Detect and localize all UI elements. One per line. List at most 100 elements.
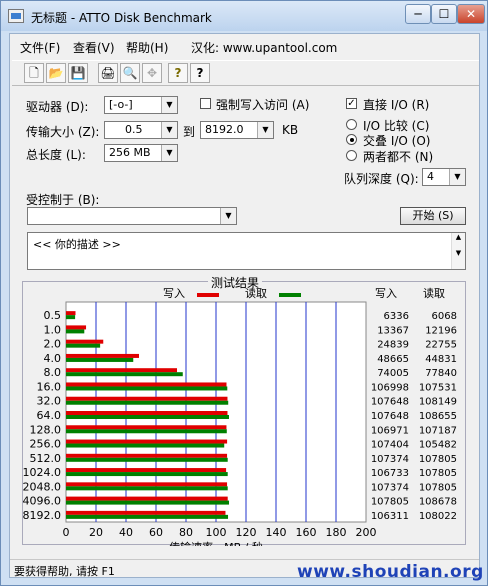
kb-label: KB [282,123,299,137]
to-label: 到 [183,125,196,139]
legend-write-swatch [197,293,219,297]
write-value: 107404 [371,440,409,451]
write-value: 6336 [384,311,409,322]
minimize-button[interactable]: ─ [405,4,431,24]
category-label: 2.0 [44,338,62,351]
controlled-by-select[interactable]: ▼ [27,207,237,225]
direct-io-checkbox[interactable]: ✓ [346,98,357,109]
write-value: 107805 [371,497,409,508]
menu-localize[interactable]: 汉化: www.upantool.com [191,39,337,56]
write-bar [66,496,228,501]
read-bar [66,500,230,505]
read-value: 108149 [419,397,457,408]
column-header-read: 读取 [423,286,445,300]
transfer-to-select[interactable]: 8192.0 ▼ [200,121,274,139]
read-bar [66,457,228,462]
overlapped-io-label: 交叠 I/O (O) [363,134,431,148]
read-value: 12196 [425,325,457,336]
menu-help[interactable]: 帮助(H) [126,39,168,56]
read-bar [66,357,134,362]
write-bar [66,353,139,358]
read-value: 77840 [425,368,457,379]
legend-read-label: 读取 [245,286,267,300]
title-bar[interactable]: 无标题 - ATTO Disk Benchmark ─ ☐ ✕ [1,1,487,31]
write-bar [66,411,228,415]
total-length-value: 256 MB [109,146,151,159]
description-scrollbar[interactable]: ▲ ▼ [451,233,465,269]
controlled-by-label: 受控制于 (B): [26,193,100,207]
write-value: 24839 [377,340,409,351]
open-folder-icon[interactable]: 📂 [46,63,66,83]
read-bar [66,443,225,448]
total-length-select[interactable]: 256 MB ▼ [104,144,178,162]
menu-view[interactable]: 查看(V) [73,39,115,56]
x-tick-label: 200 [356,526,377,539]
x-tick-label: 180 [326,526,347,539]
io-compare-radio[interactable] [346,119,357,130]
read-bar [66,514,229,519]
chevron-down-icon: ▼ [161,122,177,138]
read-value: 44831 [425,354,457,365]
category-label: 512.0 [30,452,62,465]
category-label: 8.0 [44,366,62,379]
read-value: 108655 [419,411,457,422]
queue-depth-select[interactable]: 4 ▼ [422,168,466,186]
category-label: 128.0 [30,423,62,436]
description-field[interactable]: << 你的描述 >> ▲ ▼ [27,232,466,270]
write-value: 107374 [371,454,409,465]
write-bar [66,311,76,316]
read-bar [66,343,101,348]
category-label: 2048.0 [23,480,61,493]
close-button[interactable]: ✕ [457,4,485,24]
neither-radio[interactable] [346,150,357,161]
drive-select[interactable]: [-o-] ▼ [104,96,178,114]
print-preview-icon[interactable]: 🔍 [120,63,140,83]
write-bar [66,425,227,430]
neither-label: 两者都不 (N) [363,150,434,164]
write-bar [66,482,228,487]
category-label: 256.0 [30,438,62,451]
transfer-size-label: 传输大小 (Z): [26,125,100,139]
maximize-button[interactable]: ☐ [431,4,457,24]
new-file-icon[interactable]: 🗋 [24,63,44,83]
read-value: 108678 [419,497,457,508]
description-text: << 你的描述 >> [33,238,121,251]
overlapped-io-radio[interactable] [346,134,357,145]
x-tick-label: 160 [296,526,317,539]
start-button[interactable]: 开始 (S) [400,207,466,225]
results-panel: 测试结果 020406080100120140160180200传输速率 - M… [22,274,466,546]
category-label: 0.5 [44,309,62,322]
x-axis-label: 传输速率 - MB / 秒 [169,540,263,546]
read-bar [66,415,229,419]
drive-value: [-o-] [109,98,133,111]
x-tick-label: 140 [266,526,287,539]
watermark: www.shoudian.org [297,562,484,582]
category-label: 1.0 [44,323,62,336]
force-write-checkbox[interactable] [200,98,211,109]
chevron-down-icon: ▼ [220,208,236,224]
read-bar [66,429,227,434]
read-bar [66,486,228,491]
help-icon[interactable]: ? [168,63,188,83]
read-value: 107187 [419,425,457,436]
write-value: 106311 [371,511,409,522]
transfer-from-select[interactable]: 0.5 ▼ [104,121,178,139]
read-value: 6068 [432,311,457,322]
window-title: 无标题 - ATTO Disk Benchmark [31,11,212,25]
context-help-icon[interactable]: ? [190,63,210,83]
x-tick-label: 100 [206,526,227,539]
menu-file[interactable]: 文件(F) [20,39,60,56]
write-bar [66,382,227,387]
read-bar [66,400,229,405]
write-bar [66,368,178,373]
read-value: 107805 [419,468,457,479]
read-value: 22755 [425,340,457,351]
save-icon[interactable]: 💾 [68,63,88,83]
print-icon[interactable]: 🖨 [98,63,118,83]
client-area: 文件(F) 查看(V) 帮助(H) 汉化: www.upantool.com 🗋… [9,33,480,578]
write-value: 106998 [371,382,409,393]
move-icon[interactable]: ✥ [142,63,162,83]
column-header-write: 写入 [375,287,397,300]
write-bar [66,439,228,444]
write-value: 74005 [377,368,409,379]
